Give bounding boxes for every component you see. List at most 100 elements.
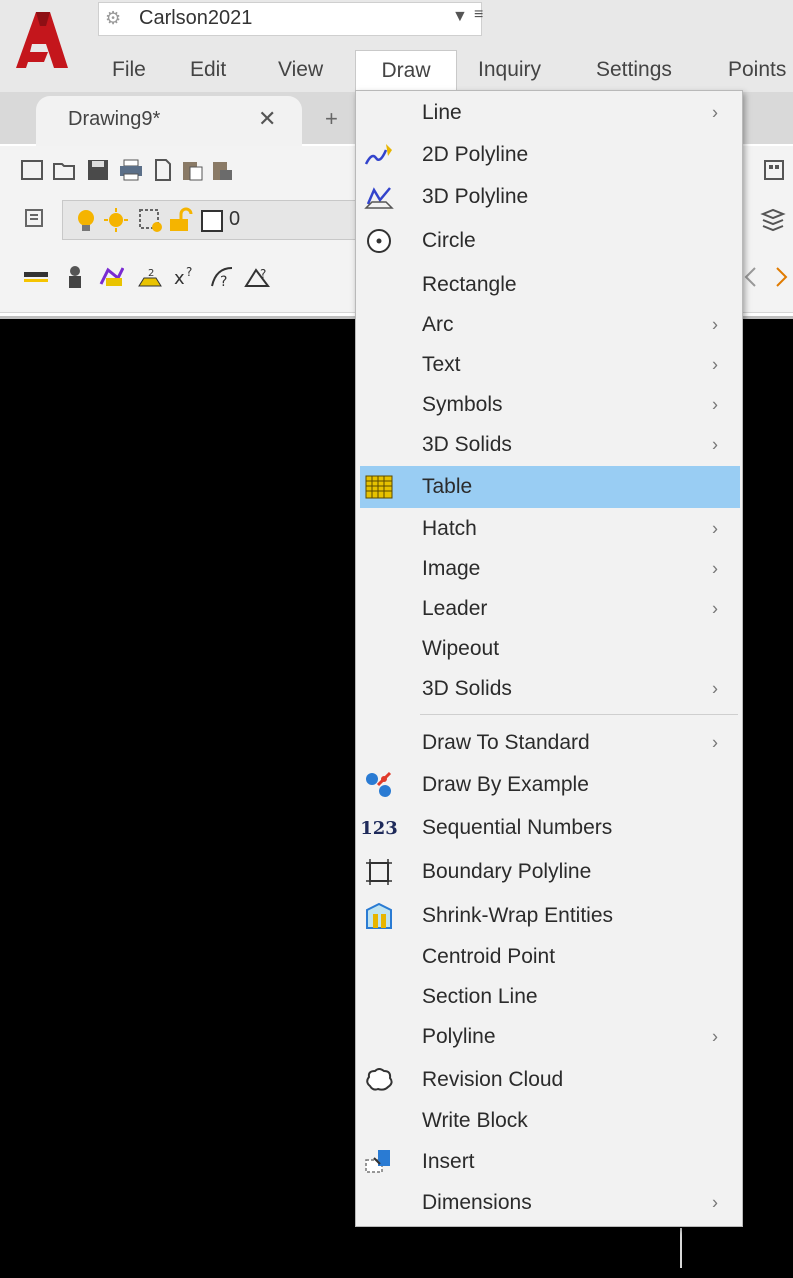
- close-icon[interactable]: ✕: [258, 106, 276, 132]
- dropdown-arrow-icon[interactable]: ▼: [452, 8, 468, 26]
- app-logo-icon[interactable]: [10, 8, 70, 72]
- menu-item-3d-solids-2[interactable]: 3D Solids ›: [360, 669, 740, 709]
- submenu-arrow-icon: ›: [712, 314, 718, 335]
- new-tab-button[interactable]: +: [325, 106, 338, 132]
- menu-item-label: Centroid Point: [422, 945, 556, 968]
- menu-item-label: Image: [422, 557, 481, 580]
- menu-item-label: Section Line: [422, 985, 538, 1008]
- customize-toolbar-icon[interactable]: ≡: [474, 6, 483, 24]
- menu-item-image[interactable]: Image ›: [360, 549, 740, 589]
- menu-edit[interactable]: Edit: [190, 50, 240, 90]
- menu-item-label: Dimensions: [422, 1191, 532, 1214]
- point-query-icon[interactable]: x?: [172, 264, 198, 290]
- menu-item-dimensions[interactable]: Dimensions ›: [360, 1183, 740, 1223]
- menu-item-label: 2D Polyline: [422, 143, 529, 166]
- menu-view[interactable]: View: [278, 50, 338, 90]
- menu-item-3d-solids[interactable]: 3D Solids ›: [360, 425, 740, 465]
- surveyor-icon[interactable]: [62, 264, 88, 290]
- menu-item-centroid-point[interactable]: Centroid Point: [360, 937, 740, 977]
- menu-item-shrink-wrap[interactable]: Shrink-Wrap Entities: [360, 895, 740, 937]
- menu-item-2d-polyline[interactable]: 2D Polyline: [360, 135, 740, 175]
- menu-draw[interactable]: Draw: [355, 50, 457, 90]
- submenu-arrow-icon: ›: [712, 518, 718, 539]
- polyline-2d-icon: [362, 140, 396, 170]
- arc-query-icon[interactable]: ?: [208, 264, 234, 290]
- layer-color-swatch[interactable]: [199, 208, 225, 234]
- draw-by-example-icon: [362, 770, 396, 800]
- workspace-selector[interactable]: ⚙ Carlson2021: [98, 2, 482, 36]
- workspace-name: Carlson2021: [139, 7, 253, 29]
- menu-item-label: Circle: [422, 229, 476, 252]
- menu-item-symbols[interactable]: Symbols ›: [360, 385, 740, 425]
- tab-label: Drawing9*: [68, 108, 161, 130]
- menu-inquiry[interactable]: Inquiry: [478, 50, 568, 90]
- menu-item-table[interactable]: Table: [360, 466, 740, 508]
- menu-item-leader[interactable]: Leader ›: [360, 589, 740, 629]
- menu-item-section-line[interactable]: Section Line: [360, 977, 740, 1017]
- paste-special-icon[interactable]: [210, 157, 236, 183]
- viewport-freeze-icon[interactable]: [137, 207, 163, 233]
- boundary-polyline-icon: [362, 857, 396, 887]
- menu-item-revision-cloud[interactable]: Revision Cloud: [360, 1059, 740, 1101]
- menu-item-polyline[interactable]: Polyline ›: [360, 1017, 740, 1057]
- gear-icon: ⚙: [105, 8, 122, 28]
- unlock-icon[interactable]: [167, 207, 193, 233]
- sun-icon[interactable]: [103, 207, 129, 233]
- open-folder-icon[interactable]: [52, 157, 78, 183]
- distance-icon[interactable]: [22, 264, 48, 290]
- menu-item-arc[interactable]: Arc ›: [360, 305, 740, 345]
- menu-item-wipeout[interactable]: Wipeout: [360, 629, 740, 669]
- menu-item-label: Symbols: [422, 393, 503, 416]
- menu-item-label: Rectangle: [422, 273, 517, 296]
- menu-item-insert[interactable]: Insert: [360, 1141, 740, 1183]
- menu-item-label: 3D Polyline: [422, 185, 529, 208]
- submenu-arrow-icon: ›: [712, 354, 718, 375]
- menu-item-label: Draw By Example: [422, 773, 589, 796]
- elevation-icon[interactable]: 2: [136, 264, 162, 290]
- layer-properties-icon[interactable]: [22, 206, 48, 232]
- save-icon[interactable]: [86, 157, 112, 183]
- draw-menu: Line › 2D Polyline 3D Polyline Circle Re…: [355, 90, 743, 1227]
- menu-item-label: Polyline: [422, 1025, 496, 1048]
- menu-item-circle[interactable]: Circle: [360, 221, 740, 261]
- paste-icon[interactable]: [180, 157, 206, 183]
- menu-item-label: Draw To Standard: [422, 731, 590, 754]
- sequential-numbers-icon: 123: [360, 817, 398, 839]
- lightbulb-on-icon[interactable]: [73, 207, 99, 233]
- menu-item-boundary-polyline[interactable]: Boundary Polyline: [360, 851, 740, 893]
- submenu-arrow-icon: ›: [712, 558, 718, 579]
- menu-item-rectangle[interactable]: Rectangle: [360, 265, 740, 305]
- menu-file[interactable]: File: [112, 50, 162, 90]
- tool-palette-icon[interactable]: [762, 157, 788, 183]
- menu-item-label: Write Block: [422, 1109, 528, 1132]
- menu-item-write-block[interactable]: Write Block: [360, 1101, 740, 1141]
- page-icon[interactable]: [150, 157, 176, 183]
- angle-query-icon[interactable]: ?: [244, 264, 270, 290]
- traverse-icon[interactable]: [98, 264, 124, 290]
- layer-dropdown[interactable]: 0: [62, 200, 356, 240]
- menu-item-label: Leader: [422, 597, 488, 620]
- menu-item-sequential-numbers[interactable]: 123 Sequential Numbers: [360, 807, 740, 849]
- menu-item-label: Sequential Numbers: [422, 816, 613, 839]
- revision-cloud-icon: [362, 1065, 396, 1095]
- menu-item-draw-by-example[interactable]: Draw By Example: [360, 765, 740, 805]
- menu-item-line[interactable]: Line ›: [360, 93, 740, 133]
- submenu-arrow-icon: ›: [712, 1192, 718, 1213]
- print-icon[interactable]: [118, 157, 144, 183]
- layer-states-icon[interactable]: [760, 206, 786, 232]
- menu-item-label: Text: [422, 353, 461, 376]
- tab-drawing[interactable]: Drawing9* ✕: [36, 96, 302, 146]
- menu-item-draw-to-standard[interactable]: Draw To Standard ›: [360, 723, 740, 763]
- menu-settings[interactable]: Settings: [596, 50, 696, 90]
- menu-points[interactable]: Points: [728, 50, 793, 90]
- menu-item-text[interactable]: Text ›: [360, 345, 740, 385]
- svg-text:?: ?: [260, 267, 266, 281]
- menu-item-label: Wipeout: [422, 637, 500, 660]
- new-file-icon[interactable]: [20, 157, 46, 183]
- chevron-right-icon[interactable]: [768, 264, 793, 290]
- submenu-arrow-icon: ›: [712, 598, 718, 619]
- svg-text:?: ?: [220, 274, 227, 290]
- menu-item-label: Insert: [422, 1150, 475, 1173]
- menu-item-hatch[interactable]: Hatch ›: [360, 509, 740, 549]
- menu-item-3d-polyline[interactable]: 3D Polyline: [360, 177, 740, 217]
